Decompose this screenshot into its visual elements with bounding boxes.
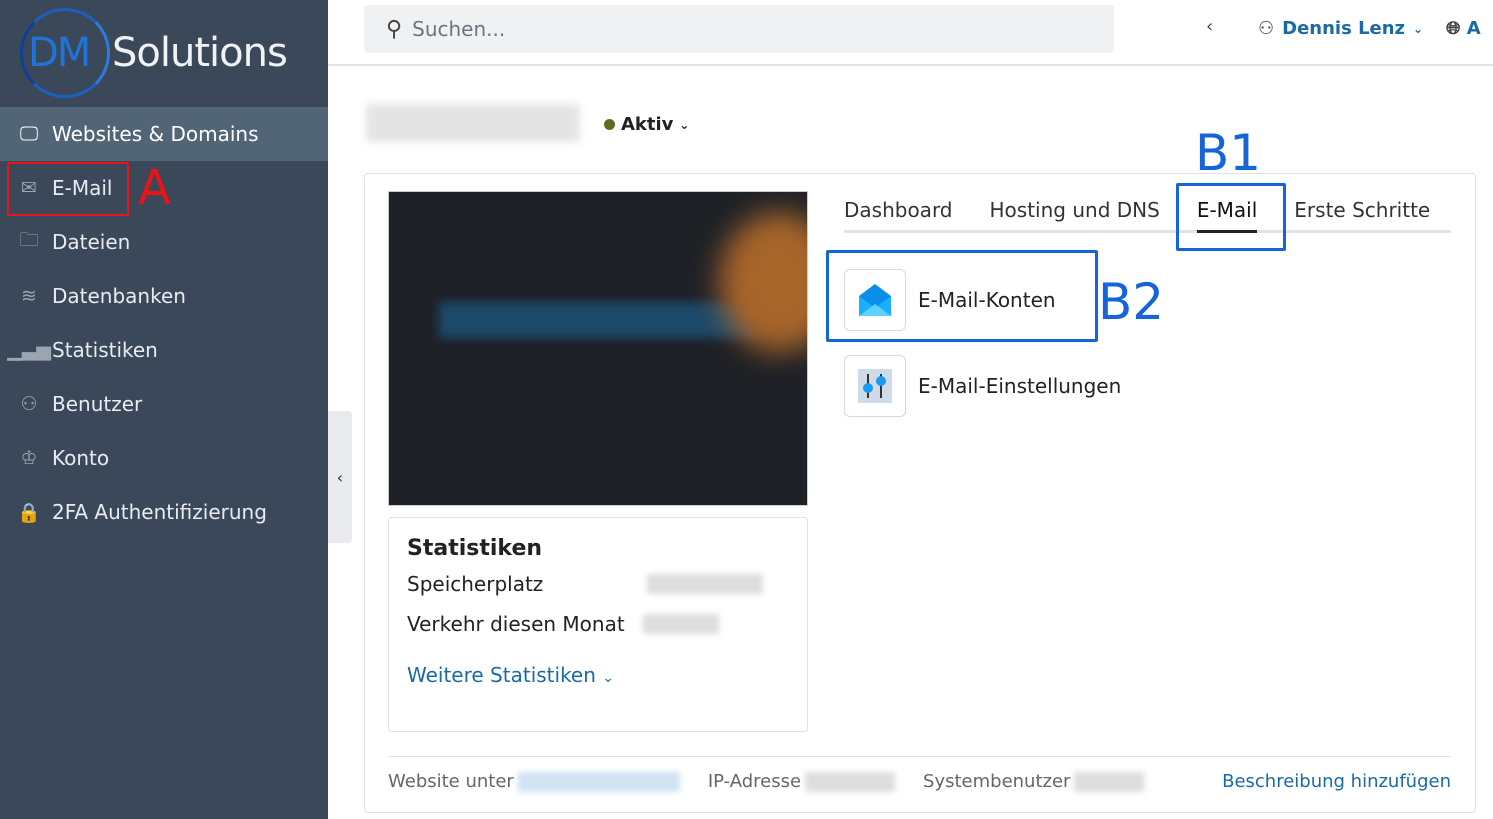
domain-name-blurred xyxy=(366,104,580,142)
stat-label-traffic: Verkehr diesen Monat xyxy=(407,612,625,636)
stats-panel: Statistiken Speicherplatz Verkehr diesen… xyxy=(388,517,808,732)
search-placeholder: Suchen... xyxy=(412,17,506,41)
sidebar-item-statistiken[interactable]: ▁▃▅ Statistiken xyxy=(0,323,328,377)
website-url-blurred[interactable] xyxy=(517,771,680,792)
sidebar-item-label: Statistiken xyxy=(52,338,158,362)
tab-dashboard[interactable]: Dashboard xyxy=(844,190,953,233)
topbar: ⚲ Suchen... ‹ ⚇ Dennis Lenz ⌄ 🌐︎ A xyxy=(328,0,1493,66)
ip-value-blurred xyxy=(805,771,896,792)
website-label: Website unter xyxy=(388,771,514,792)
annotation-label-b2: B2 xyxy=(1098,273,1165,331)
crown-icon: ♔ xyxy=(20,447,38,469)
chevron-down-icon: ⌄ xyxy=(679,117,690,132)
annotation-box-b1 xyxy=(1176,183,1286,251)
add-description-link[interactable]: Beschreibung hinzufügen xyxy=(1222,771,1451,792)
sidebar-item-websites-domains[interactable]: 🖵 Websites & Domains xyxy=(0,107,328,161)
user-icon: ⚇ xyxy=(20,393,38,415)
tool-label: E-Mail-Einstellungen xyxy=(918,374,1122,398)
user-name: Dennis Lenz xyxy=(1282,18,1406,39)
language-menu[interactable]: 🌐︎ A xyxy=(1446,18,1481,39)
2fa-lock-icon: 🔒 xyxy=(17,501,41,524)
sidebar-item-dateien[interactable]: 🗀 Dateien xyxy=(0,215,328,269)
more-stats-label: Weitere Statistiken xyxy=(407,663,596,687)
more-stats-link[interactable]: Weitere Statistiken ⌄ xyxy=(407,663,789,687)
language-label: A xyxy=(1466,18,1481,39)
stat-value-blurred xyxy=(647,574,764,594)
tabs: Dashboard Hosting und DNS E-Mail Erste S… xyxy=(844,190,1451,233)
annotation-box-a xyxy=(7,162,129,216)
sidebar: DM Solutions 🖵 Websites & Domains ✉ E-Mail… xyxy=(0,0,328,819)
sliders-icon xyxy=(844,355,906,417)
chevron-left-icon: ‹ xyxy=(336,467,344,487)
annotation-box-b2 xyxy=(826,250,1098,342)
globe-icon: 🌐︎ xyxy=(1446,18,1461,39)
chevron-down-icon: ⌄ xyxy=(602,670,615,686)
site-footer: Website unter IP-Adresse Systembenutzer … xyxy=(388,756,1451,792)
tab-hosting-dns[interactable]: Hosting und DNS xyxy=(990,190,1160,233)
sidebar-item-2fa[interactable]: 🔒 2FA Authentifizierung xyxy=(0,485,328,539)
chevron-down-icon: ⌄ xyxy=(1413,21,1424,36)
status-label: Aktiv xyxy=(621,114,674,135)
stat-label-storage: Speicherplatz xyxy=(407,572,544,596)
sidebar-item-label: Datenbanken xyxy=(52,284,186,308)
sidebar-item-label: 2FA Authentifizierung xyxy=(52,500,267,524)
annotation-label-b1: B1 xyxy=(1195,124,1262,182)
bar-chart-icon: ▁▃▅ xyxy=(7,339,51,361)
tab-erste-schritte[interactable]: Erste Schritte xyxy=(1294,190,1430,233)
sidebar-item-benutzer[interactable]: ⚇ Benutzer xyxy=(0,377,328,431)
ip-label: IP-Adresse xyxy=(707,771,802,792)
user-menu[interactable]: ⚇ Dennis Lenz ⌄ xyxy=(1258,18,1423,39)
folder-icon: 🗀 xyxy=(19,229,39,251)
search-icon: ⚲ xyxy=(386,16,403,42)
sidebar-item-datenbanken[interactable]: ≋ Datenbanken xyxy=(0,269,328,323)
sidebar-item-konto[interactable]: ♔ Konto xyxy=(0,431,328,485)
website-preview[interactable] xyxy=(388,191,808,506)
annotation-label-a: A xyxy=(138,160,171,216)
status-dot xyxy=(604,119,615,130)
sysuser-label: Systembenutzer xyxy=(923,771,1071,792)
sysuser-value-blurred xyxy=(1074,771,1145,792)
stat-value-blurred xyxy=(642,614,719,634)
search-input[interactable]: ⚲ Suchen... xyxy=(364,5,1114,53)
monitor-icon: 🖵 xyxy=(19,123,39,145)
chevron-left-icon[interactable]: ‹ xyxy=(1206,16,1213,37)
sidebar-item-label: Benutzer xyxy=(52,392,143,416)
logo-solutions: Solutions xyxy=(112,30,288,76)
logo-dm: DM xyxy=(28,30,91,76)
sidebar-item-label: Websites & Domains xyxy=(52,122,259,146)
status-dropdown[interactable]: Aktiv ⌄ xyxy=(604,114,689,135)
email-settings-tool[interactable]: E-Mail-Einstellungen xyxy=(844,355,1121,417)
database-layers-icon: ≋ xyxy=(21,285,37,307)
sidebar-collapse-button[interactable]: ‹ xyxy=(328,411,352,543)
logo[interactable]: DM Solutions xyxy=(18,8,318,98)
sidebar-item-label: Konto xyxy=(52,446,110,470)
sidebar-item-label: Dateien xyxy=(52,230,131,254)
user-icon: ⚇ xyxy=(1258,18,1275,39)
